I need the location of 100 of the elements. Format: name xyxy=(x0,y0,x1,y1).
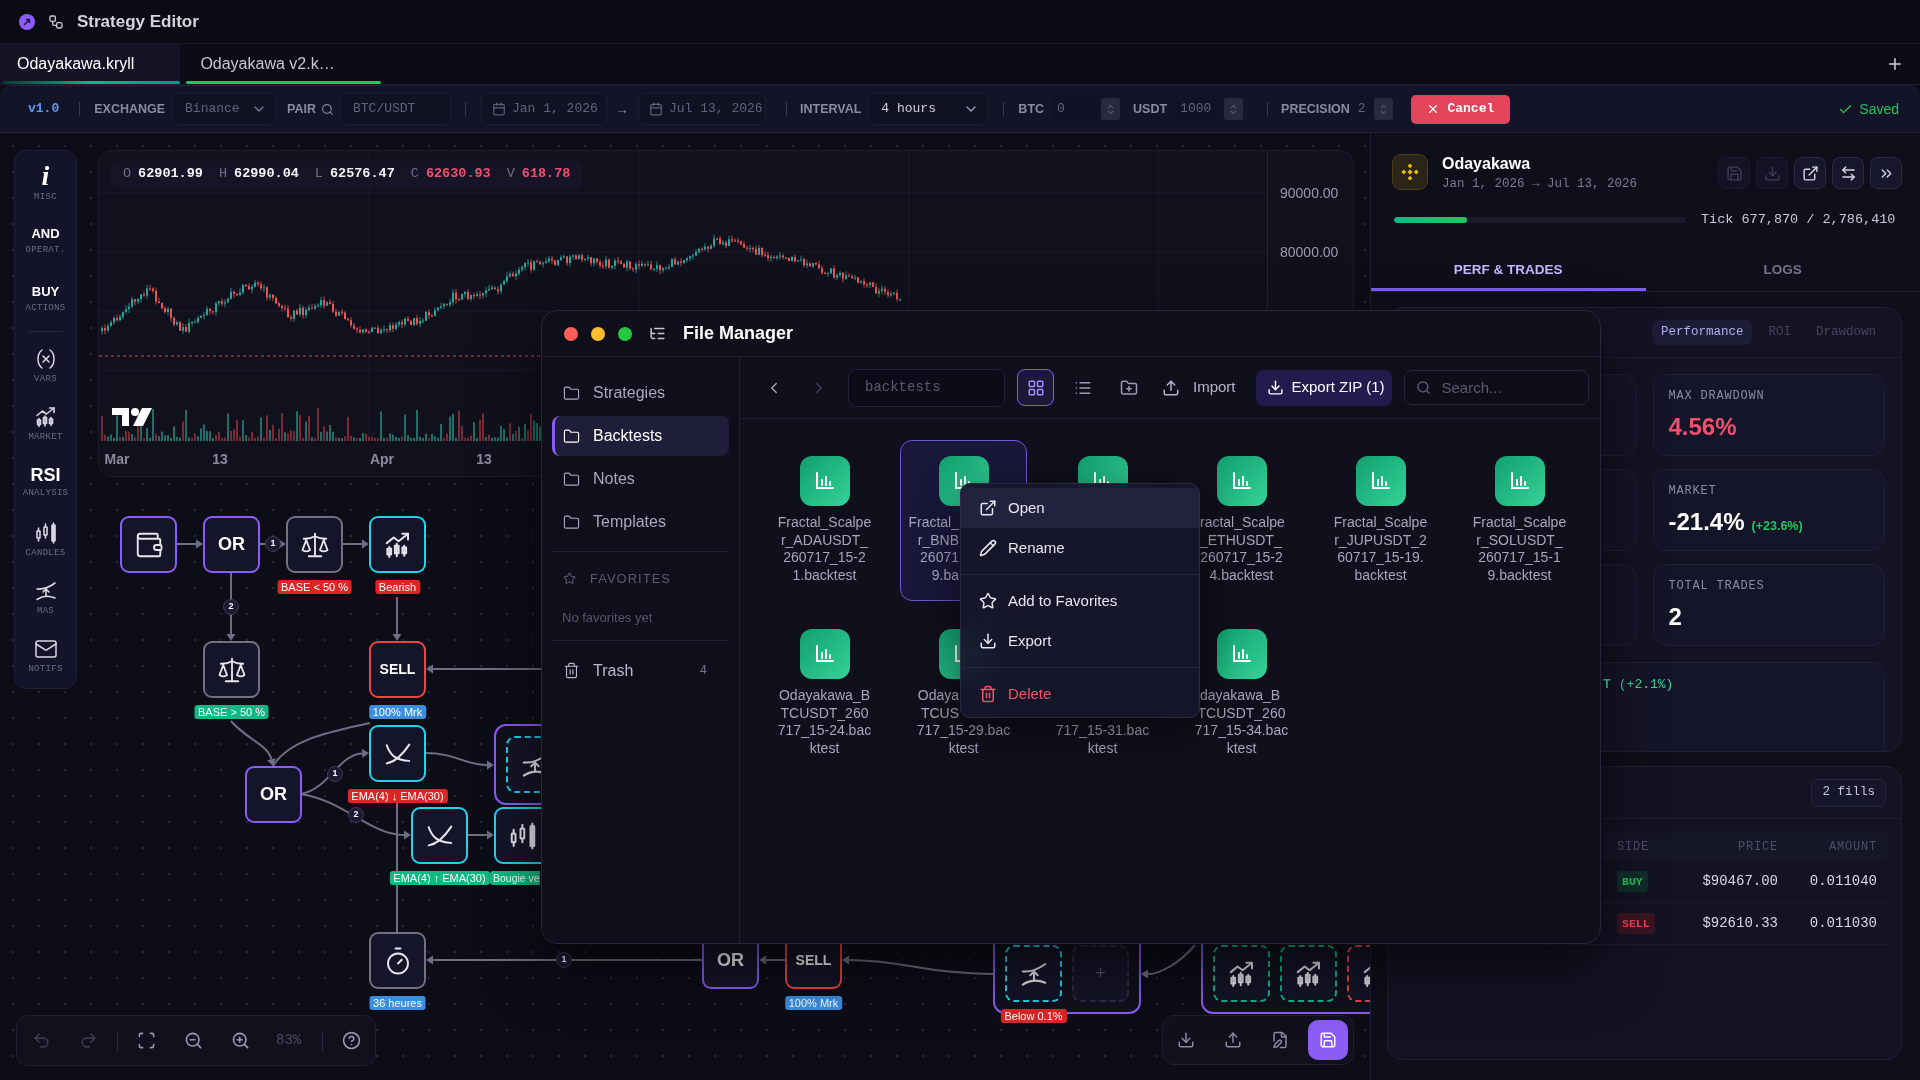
palette-item[interactable]: RSI ANALYSIS xyxy=(15,452,76,510)
star-icon xyxy=(563,572,576,586)
bar-chart-icon xyxy=(1355,456,1406,506)
metric-change: (+23.6%) xyxy=(1751,518,1803,535)
connector-arrow xyxy=(759,955,786,965)
menu-item[interactable]: Export xyxy=(961,621,1199,661)
connector-arrow xyxy=(176,539,203,549)
menu-item[interactable]: Add to Favorites xyxy=(961,581,1199,621)
palette-item[interactable]: MARKET xyxy=(15,394,76,452)
connector-arrow xyxy=(425,752,494,770)
minimize-window-button[interactable] xyxy=(591,326,605,341)
file-name[interactable]: Fractal_Scalpe r_SOLUSDT_ 260717_15-1 9.backtest xyxy=(1472,514,1567,584)
edge-number: 1 xyxy=(556,952,572,968)
file-name[interactable]: Odaya TCUS xyxy=(917,687,959,722)
file-name[interactable]: 717_15-29.bac ktest xyxy=(916,722,1011,757)
fills-count: 2 fills xyxy=(1811,778,1886,807)
interval-select[interactable]: 4 hours xyxy=(868,93,989,125)
export-zip-button[interactable]: Export ZIP (1) xyxy=(1255,369,1392,406)
up-down-icon xyxy=(1230,103,1238,115)
file-name[interactable]: dayakawa_B xyxy=(1200,687,1281,705)
collapse-panel-button[interactable] xyxy=(1870,157,1902,189)
equity-change: (+2.1%) xyxy=(1618,676,1674,694)
new-folder-button[interactable] xyxy=(1120,378,1138,397)
sidebar-item[interactable]: Notes xyxy=(552,459,729,499)
file-name[interactable]: Odayakawa_B TCUSDT_260 717_15-24.bac ktest xyxy=(777,687,872,757)
time-axis-label: Apr xyxy=(369,450,395,468)
panel-tab[interactable]: LOGS xyxy=(1645,250,1920,291)
stepper-button[interactable] xyxy=(1101,98,1121,120)
sidebar-item[interactable]: Strategies xyxy=(552,373,729,413)
open-external-button[interactable] xyxy=(1794,157,1826,189)
equity-value: T xyxy=(1603,676,1611,694)
ohlc-value: 62576.47 xyxy=(329,165,395,184)
help-icon xyxy=(341,1031,361,1050)
folder-tree-icon xyxy=(649,325,666,342)
stepper-button[interactable] xyxy=(1224,98,1244,120)
download-icon xyxy=(1763,164,1781,182)
grid-view-button[interactable] xyxy=(1017,369,1054,406)
cancel-button[interactable]: Cancel xyxy=(1410,94,1510,124)
palette-item[interactable]: AND OPERAT. xyxy=(15,211,76,269)
new-tab-button[interactable] xyxy=(1886,55,1904,73)
search-field[interactable]: Search... xyxy=(1403,370,1589,405)
ohlc-label: V xyxy=(506,165,515,184)
menu-item[interactable]: Open xyxy=(961,488,1199,528)
palette-item[interactable]: BUY ACTIONS xyxy=(15,269,76,327)
sidebar-item[interactable]: Trash 4 xyxy=(552,650,729,691)
file-name[interactable]: Fractal_ r_BNB 26071 9.ba xyxy=(908,514,959,584)
ohlc-label: L xyxy=(314,165,323,184)
upload-icon xyxy=(1224,1031,1242,1049)
edge-number: 1 xyxy=(327,766,343,782)
empty-message: No favorites yet xyxy=(561,609,654,626)
download-icon xyxy=(1266,379,1284,396)
field-label: BTC xyxy=(1018,100,1045,118)
file-name[interactable]: ractal_Scalpe _ETHUSDT_ xyxy=(1200,514,1285,549)
connector-arrow xyxy=(466,830,494,840)
file-tab[interactable]: Odayakawa v2.k… xyxy=(183,44,381,84)
palette-item[interactable]: CANDLES xyxy=(15,510,76,568)
plus-icon xyxy=(1886,55,1904,73)
menu-item[interactable]: Rename xyxy=(961,528,1199,568)
sidebar-item[interactable]: Backtests xyxy=(552,416,729,456)
file-name[interactable]: 717_15-31.bac ktest xyxy=(1055,722,1150,757)
metric-label: MAX DRAWDOWN xyxy=(1668,388,1766,404)
ohlc-label: H xyxy=(218,165,228,184)
palette-item[interactable]: i MISC xyxy=(15,153,76,211)
field-label: PRECISION xyxy=(1281,100,1350,118)
maximize-window-button[interactable] xyxy=(618,326,632,341)
metric-label: TOTAL TRADES xyxy=(1668,578,1766,594)
view-tab[interactable]: Performance xyxy=(1651,320,1753,345)
import-button[interactable]: Import xyxy=(1162,369,1236,406)
version-label: v1.0 xyxy=(28,100,60,119)
condition-tag: EMA(4) ↓ EMA(30) xyxy=(347,789,448,803)
palette-item[interactable]: MAS xyxy=(15,568,76,626)
calendar-icon xyxy=(649,102,663,116)
close-window-button[interactable] xyxy=(564,326,578,341)
file-name[interactable]: 260717_15-2 4.backtest xyxy=(1200,549,1283,584)
column-header: PRICE xyxy=(1737,839,1778,856)
side-tag: BUY xyxy=(1617,870,1648,893)
strategy-name: Odayakawa xyxy=(1442,154,1532,174)
edge-number: 2 xyxy=(348,807,364,823)
file-tab[interactable]: Odayakawa.kryll xyxy=(0,44,181,84)
save-button[interactable] xyxy=(1308,1020,1348,1060)
palette-item[interactable]: NOTIFS xyxy=(15,626,76,684)
star-icon xyxy=(979,592,997,610)
file-name[interactable]: Fractal_Scalpe r_ADAUSDT_ 260717_15-2 1.backtest xyxy=(777,514,872,584)
ohlc-label: O xyxy=(123,165,132,184)
sidebar-item[interactable]: Templates xyxy=(552,502,729,542)
file-name[interactable]: Fractal_Scalpe r_JUPUSDT_2 60717_15-19. backtest xyxy=(1333,514,1428,584)
price-cell-text: $90467.00 xyxy=(1701,872,1778,891)
panel-tab[interactable]: PERF & TRADES xyxy=(1371,250,1646,291)
column-header: SIDE xyxy=(1617,839,1650,856)
palette-item[interactable]: VARS xyxy=(15,336,76,394)
connector-arrow xyxy=(1141,944,1196,979)
window-title: File Manager xyxy=(683,322,794,345)
external-link-icon xyxy=(1801,164,1819,182)
swap-button[interactable] xyxy=(1832,157,1864,189)
bar-chart-icon xyxy=(1494,456,1545,506)
metric-label: MARKET xyxy=(1668,483,1718,499)
connector-arrow xyxy=(230,720,276,766)
condition-tag: EMA(4) ↑ EMA(30) xyxy=(389,871,490,885)
up-down-icon xyxy=(1379,103,1387,115)
rising-candles-icon xyxy=(33,404,58,429)
